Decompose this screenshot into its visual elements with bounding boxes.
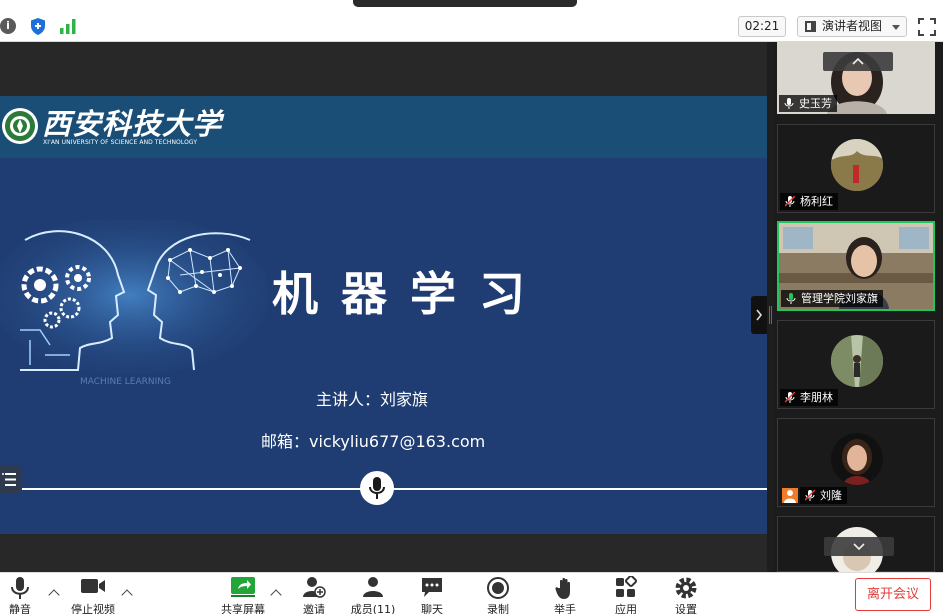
invite-label: 邀请: [303, 603, 325, 614]
record-icon: [487, 577, 509, 599]
add-person-icon: [303, 577, 326, 598]
university-name-cn: 西安科技大学: [42, 107, 223, 141]
participants-button[interactable]: 成员(11): [348, 573, 398, 614]
participant-name-label: 史玉芳: [779, 95, 837, 112]
participant-name: 管理学院刘家旗: [801, 292, 878, 305]
leave-meeting-button[interactable]: 离开会议: [855, 578, 931, 611]
participants-label: 成员(11): [350, 603, 396, 614]
participant-tile-active[interactable]: 管理学院刘家旗: [777, 221, 935, 311]
participant-tile[interactable]: [777, 516, 935, 579]
slide-email: 邮箱：vickyliu677@163.com: [261, 432, 486, 451]
meeting-toolbar: 静音 停止视频 共享屏幕 邀请 成员(11) 聊天 录制 举手 应用 设置: [0, 572, 943, 614]
invite-button[interactable]: 邀请: [299, 573, 329, 614]
scroll-down-button[interactable]: [824, 537, 894, 556]
participant-tile[interactable]: 刘隆: [777, 418, 935, 507]
participant-name-label: 管理学院刘家旗: [781, 290, 883, 307]
university-name-en: XI'AN UNIVERSITY OF SCIENCE AND TECHNOLO…: [43, 139, 198, 146]
video-camera-icon: [81, 579, 105, 593]
video-options-chevron-up-icon[interactable]: [121, 589, 133, 601]
chat-bubble-icon: [422, 578, 442, 597]
stop-video-button[interactable]: 停止视频: [66, 573, 120, 614]
microphone-icon: [11, 577, 29, 599]
participant-name: 刘隆: [820, 489, 842, 502]
view-mode-label: 演讲者视图: [822, 19, 883, 33]
slide-presenter: 主讲人：刘家旗: [316, 390, 429, 409]
participant-name-label: 李朋林: [780, 389, 838, 406]
info-icon[interactable]: i: [0, 18, 16, 34]
speaker-view-icon: [805, 21, 816, 32]
chevron-down-icon: [853, 543, 865, 551]
sidebar-resize-grip[interactable]: [769, 306, 772, 324]
meeting-window: i 02:21 演讲者视图 西安科技大学 XI'AN UNIVERSITY OF…: [0, 0, 943, 614]
record-label: 录制: [487, 603, 509, 614]
raise-hand-label: 举手: [554, 603, 576, 614]
apps-icon: [616, 576, 638, 597]
muted-microphone-icon: [785, 196, 795, 207]
meeting-timer: 02:21: [738, 16, 786, 37]
collapse-sidebar-handle[interactable]: [751, 296, 767, 334]
participant-tile[interactable]: 李朋林: [777, 320, 935, 409]
audio-mic-bubble[interactable]: [360, 471, 394, 505]
slide-menu-button[interactable]: [0, 466, 22, 493]
muted-microphone-icon: [785, 392, 795, 403]
university-emblem-icon: [2, 108, 38, 144]
microphone-icon: [784, 98, 794, 109]
shield-icon[interactable]: [29, 17, 47, 36]
participant-name: 李朋林: [800, 391, 833, 404]
mute-button[interactable]: 静音: [0, 573, 40, 614]
share-screen-button[interactable]: 共享屏幕: [217, 573, 269, 614]
settings-label: 设置: [675, 603, 697, 614]
gear-icon: [675, 577, 697, 599]
participant-name: 史玉芳: [799, 97, 832, 110]
mute-options-chevron-up-icon[interactable]: [48, 589, 60, 601]
participant-name-label: 杨利红: [780, 193, 838, 210]
signal-icon[interactable]: [59, 18, 77, 34]
chevron-up-icon: [852, 57, 864, 65]
view-mode-dropdown[interactable]: 演讲者视图: [797, 16, 907, 37]
raise-hand-button[interactable]: 举手: [550, 573, 580, 614]
chat-button[interactable]: 聊天: [417, 573, 447, 614]
avatar: [831, 139, 883, 191]
scroll-up-button[interactable]: [823, 52, 893, 71]
chevron-right-icon: [756, 309, 763, 321]
share-options-chevron-up-icon[interactable]: [270, 589, 282, 601]
microphone-icon: [369, 477, 385, 499]
apps-button[interactable]: 应用: [611, 573, 641, 614]
participant-name: 杨利红: [800, 195, 833, 208]
avatar: [831, 433, 883, 485]
list-icon: [2, 473, 16, 486]
stop-video-label: 停止视频: [71, 603, 115, 614]
ai-brain-illustration: MACHINE LEARNING: [0, 220, 270, 387]
fullscreen-icon[interactable]: [918, 18, 936, 36]
participant-name-label: 刘隆: [800, 487, 847, 504]
people-icon: [363, 577, 383, 597]
person-icon: [782, 488, 798, 503]
share-screen-icon: [231, 577, 255, 597]
record-button[interactable]: 录制: [483, 573, 513, 614]
apps-label: 应用: [615, 603, 637, 614]
microphone-active-icon: [786, 293, 796, 304]
muted-microphone-icon: [805, 490, 815, 501]
participant-tile[interactable]: 杨利红: [777, 124, 935, 213]
share-screen-label: 共享屏幕: [221, 603, 265, 614]
settings-button[interactable]: 设置: [671, 573, 701, 614]
top-notch: [353, 0, 577, 7]
chat-label: 聊天: [421, 603, 443, 614]
avatar: [831, 335, 883, 387]
top-bar: i 02:21 演讲者视图: [0, 0, 943, 42]
participant-tile[interactable]: 史玉芳: [777, 42, 935, 114]
slide-title: 机器学习: [272, 267, 548, 321]
hand-icon: [555, 577, 570, 599]
illustration-caption: MACHINE LEARNING: [80, 377, 171, 387]
chevron-down-icon: [892, 25, 900, 30]
mute-label: 静音: [9, 603, 31, 614]
